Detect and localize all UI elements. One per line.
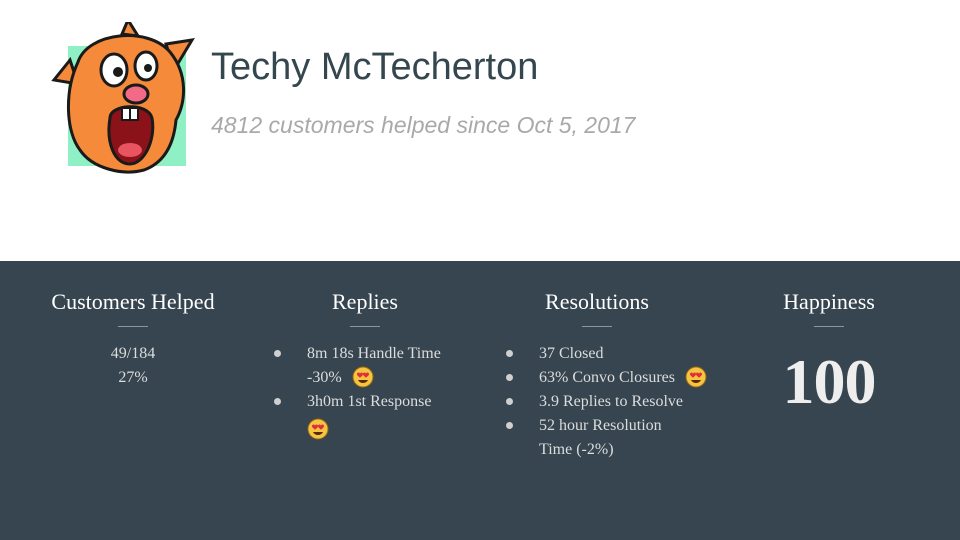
list-item: 8m 18s Handle Time -30%	[250, 342, 480, 390]
closed-count-text: 37 Closed	[539, 345, 604, 362]
handle-time-text: 8m 18s Handle Time	[307, 345, 441, 362]
squirrel-avatar-icon	[51, 22, 195, 174]
customers-helped-count: 49/184	[110, 345, 156, 362]
list-item: 63% Convo Closures	[482, 366, 712, 390]
list-item: 52 hour Resolution Time (-2%)	[482, 414, 712, 462]
heart-eyes-emoji-icon	[352, 366, 374, 388]
replies-list: 8m 18s Handle Time -30% 3h0m 1st Respons…	[250, 342, 480, 440]
list-item: 37 Closed	[482, 342, 712, 366]
happiness-section: Happiness 100	[760, 289, 898, 419]
profile-subtitle: 4812 customers helped since Oct 5, 2017	[211, 112, 636, 138]
happiness-score: 100	[782, 346, 877, 417]
divider	[582, 326, 612, 327]
bullet-icon	[274, 398, 281, 405]
handle-time-change: -30%	[307, 369, 342, 386]
replies-to-resolve-text: 3.9 Replies to Resolve	[539, 393, 683, 410]
divider	[118, 326, 148, 327]
stats-panel: Customers Helped 49/184 27% Replies 8m 1…	[0, 261, 960, 540]
avatar	[48, 22, 196, 174]
convo-closures-text: 63% Convo Closures	[539, 369, 675, 386]
happiness-title: Happiness	[783, 289, 875, 314]
profile-header: Techy McTecherton 4812 customers helped …	[0, 0, 960, 261]
resolutions-section: Resolutions 37 Closed 63% Convo Closures…	[482, 289, 712, 462]
list-item: 3h0m 1st Response	[250, 390, 480, 440]
bullet-icon	[274, 350, 281, 357]
resolutions-list: 37 Closed 63% Convo Closures 3.9 Replies…	[482, 342, 712, 462]
first-response-text: 3h0m 1st Response	[307, 393, 432, 410]
replies-section: Replies 8m 18s Handle Time -30% 3h0m 1st…	[250, 289, 480, 440]
resolution-time-text: 52 hour Resolution	[539, 417, 662, 434]
list-item: 3.9 Replies to Resolve	[482, 390, 712, 414]
resolutions-title: Resolutions	[545, 289, 649, 314]
page-title: Techy McTecherton	[211, 46, 539, 88]
bullet-icon	[506, 350, 513, 357]
divider	[814, 326, 844, 327]
customers-helped-title: Customers Helped	[51, 289, 215, 314]
bullet-icon	[506, 398, 513, 405]
customers-helped-values: 49/184 27%	[38, 342, 228, 390]
customers-helped-percent: 27%	[118, 369, 148, 386]
divider	[350, 326, 380, 327]
heart-eyes-emoji-icon	[307, 418, 329, 440]
customers-helped-section: Customers Helped 49/184 27%	[38, 289, 228, 390]
resolution-time-change: Time (-2%)	[539, 441, 614, 458]
heart-eyes-emoji-icon	[685, 366, 707, 388]
bullet-icon	[506, 374, 513, 381]
bullet-icon	[506, 422, 513, 429]
replies-title: Replies	[332, 289, 398, 314]
